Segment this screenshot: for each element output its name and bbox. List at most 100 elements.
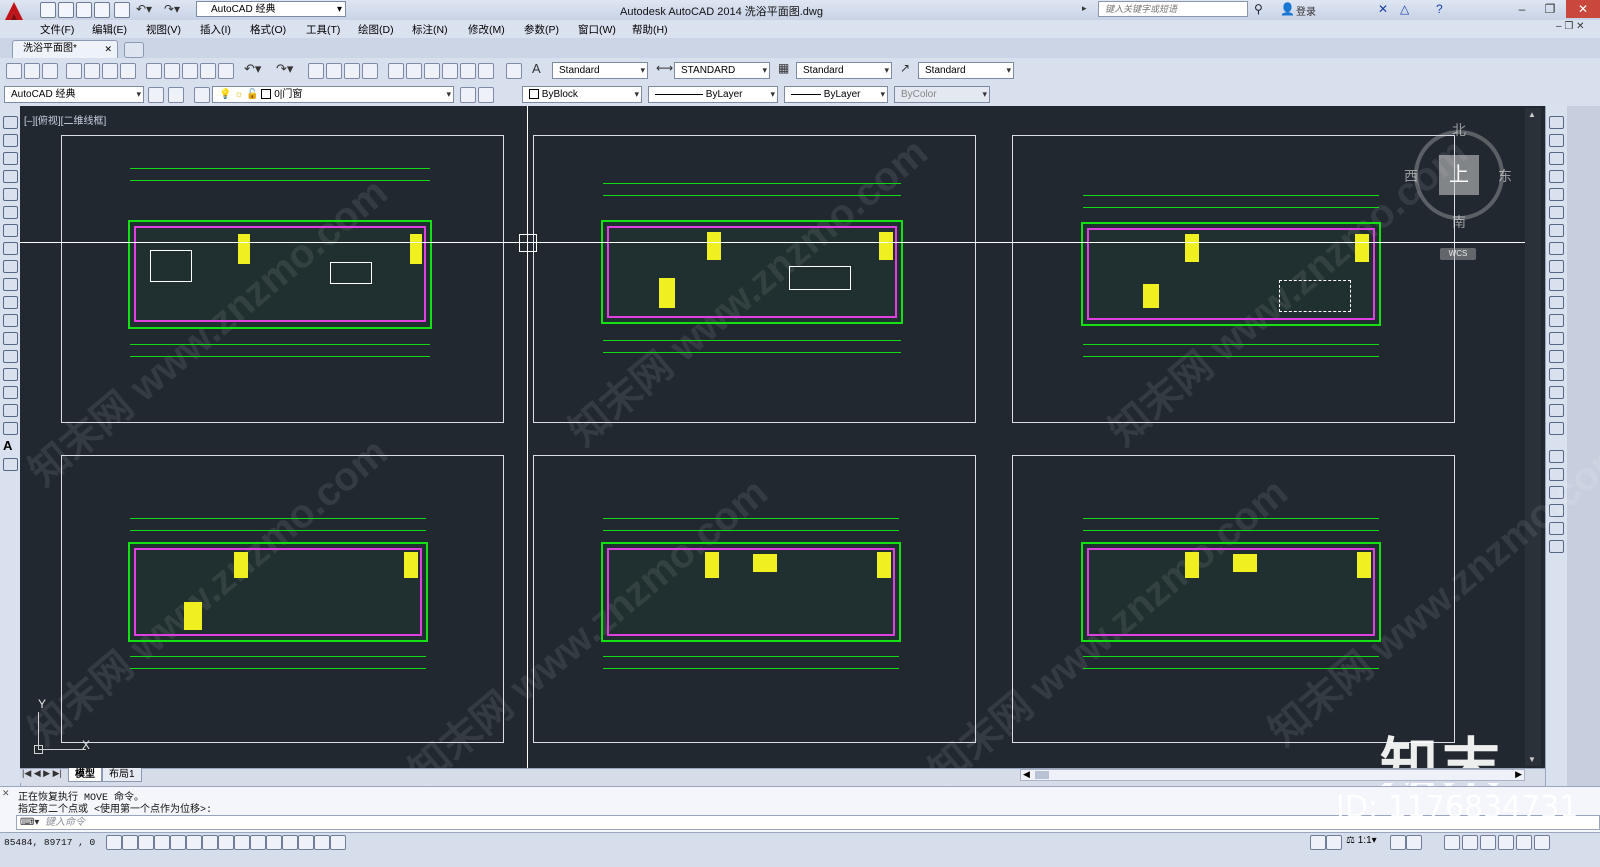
plot-icon[interactable]	[114, 2, 130, 18]
markup-icon[interactable]	[460, 63, 476, 79]
open-icon[interactable]	[58, 2, 74, 18]
binoculars-icon[interactable]: ⚲	[1254, 2, 1263, 16]
extend-tool-icon[interactable]	[1549, 296, 1564, 309]
zoom-realtime-icon[interactable]	[326, 63, 342, 79]
mleader-style-combo[interactable]: Standard	[918, 62, 1014, 79]
open-icon[interactable]	[24, 63, 40, 79]
menu-edit[interactable]: 编辑(E)	[92, 22, 127, 37]
dynamic-input-icon[interactable]	[250, 835, 266, 850]
rectangle-tool-icon[interactable]	[3, 188, 18, 201]
paste-icon[interactable]	[182, 63, 198, 79]
break-tool-icon[interactable]	[1549, 332, 1564, 345]
trim-tool-icon[interactable]	[1549, 278, 1564, 291]
layer-previous-icon[interactable]	[478, 87, 494, 103]
exchange-icon[interactable]: ✕	[1378, 2, 1388, 16]
hatch-tool-icon[interactable]	[3, 368, 18, 381]
help-icon[interactable]: ?	[1436, 2, 1443, 16]
stretch-tool-icon[interactable]	[1549, 260, 1564, 273]
blend-tool-icon[interactable]	[1549, 404, 1564, 417]
menu-insert[interactable]: 插入(I)	[200, 22, 231, 37]
isolate-objects-icon[interactable]	[1498, 835, 1514, 850]
zoom-window-icon[interactable]	[344, 63, 360, 79]
mtext-tool-icon[interactable]: A	[3, 438, 12, 453]
layer-combo[interactable]: 💡 ☼ 🔓 0|门窗	[212, 86, 454, 103]
add-selected-tool-icon[interactable]	[3, 458, 18, 471]
quickcalc-icon[interactable]	[478, 63, 494, 79]
save-as-icon[interactable]	[94, 2, 110, 18]
arc-tool-icon[interactable]	[3, 206, 18, 219]
scroll-right-icon[interactable]: ▶	[1515, 769, 1522, 780]
a360-icon[interactable]: △	[1400, 2, 1409, 16]
color-combo[interactable]: ByBlock	[522, 86, 642, 103]
annotation-scale[interactable]: ⚖ 1:1▾	[1346, 835, 1377, 846]
polygon-tool-icon[interactable]	[3, 170, 18, 183]
menu-format[interactable]: 格式(O)	[250, 22, 286, 37]
redo-icon[interactable]: ↷▾	[164, 2, 180, 16]
menu-window[interactable]: 窗口(W)	[578, 22, 616, 37]
new-icon[interactable]	[40, 2, 56, 18]
linetype-combo[interactable]: ByLayer	[648, 86, 778, 103]
block-editor-icon[interactable]	[218, 63, 234, 79]
move-tool-icon[interactable]	[1549, 206, 1564, 219]
scrollbar-thumb[interactable]	[1035, 771, 1049, 779]
grid-display-icon[interactable]	[138, 835, 154, 850]
new-tab-button[interactable]	[124, 42, 144, 58]
revcloud-tool-icon[interactable]	[3, 242, 18, 255]
menu-tools[interactable]: 工具(T)	[306, 22, 340, 37]
publish-icon[interactable]	[102, 63, 118, 79]
menu-view[interactable]: 视图(V)	[146, 22, 181, 37]
region-tool-icon[interactable]	[3, 404, 18, 417]
polar-tracking-icon[interactable]	[170, 835, 186, 850]
selection-cycling-icon[interactable]	[314, 835, 330, 850]
object-snap-icon[interactable]	[186, 835, 202, 850]
expand-search-icon[interactable]: ▸	[1082, 3, 1087, 14]
offset-tool-icon[interactable]	[1549, 170, 1564, 183]
layer-properties-icon[interactable]	[194, 87, 210, 103]
insert-block-tool-icon[interactable]	[3, 314, 18, 327]
menu-file[interactable]: 文件(F)	[40, 22, 74, 37]
lineweight-display-icon[interactable]	[266, 835, 282, 850]
join-tool-icon[interactable]	[1549, 350, 1564, 363]
status-menu-icon[interactable]	[1516, 835, 1532, 850]
make-current-layer-icon[interactable]	[460, 87, 476, 103]
design-center-icon[interactable]	[406, 63, 422, 79]
compass-north[interactable]: 北	[1452, 120, 1466, 140]
quick-view-layouts-icon[interactable]	[1326, 835, 1342, 850]
scroll-up-icon[interactable]: ▲	[1528, 110, 1536, 119]
menu-help[interactable]: 帮助(H)	[632, 22, 668, 37]
match-properties-icon[interactable]	[200, 63, 216, 79]
dynamic-ucs-icon[interactable]	[234, 835, 250, 850]
undo-icon[interactable]: ↶▾	[136, 2, 152, 16]
ortho-mode-icon[interactable]	[154, 835, 170, 850]
fillet-tool-icon[interactable]	[1549, 386, 1564, 399]
make-block-tool-icon[interactable]	[3, 332, 18, 345]
qnew-icon[interactable]	[6, 63, 22, 79]
quick-properties-icon[interactable]	[298, 835, 314, 850]
compass-west[interactable]: 西	[1404, 166, 1418, 186]
save-icon[interactable]	[76, 2, 92, 18]
zoom-previous-icon[interactable]	[362, 63, 378, 79]
workspace-switch-icon[interactable]	[168, 87, 184, 103]
text-front-tool-icon[interactable]	[1549, 540, 1564, 553]
ellipse-tool-icon[interactable]	[3, 278, 18, 291]
infer-constraints-icon[interactable]	[106, 835, 122, 850]
lock-ui-icon[interactable]	[1462, 835, 1478, 850]
plot-icon[interactable]	[66, 63, 82, 79]
auto-scale-icon[interactable]	[1406, 835, 1422, 850]
gradient-tool-icon[interactable]	[3, 386, 18, 399]
command-close-icon[interactable]: ✕	[2, 788, 10, 799]
layout-nav-arrows[interactable]: |◀ ◀ ▶ ▶|	[22, 768, 62, 779]
coordinate-readout[interactable]: 85484, 89717 , 0	[4, 837, 95, 848]
compass-east[interactable]: 东	[1498, 166, 1512, 186]
erase-tool-icon[interactable]	[1549, 116, 1564, 129]
ellipse-arc-tool-icon[interactable]	[3, 296, 18, 309]
menu-modify[interactable]: 修改(M)	[468, 22, 505, 37]
lineweight-combo[interactable]: ByLayer	[784, 86, 888, 103]
transparency-icon[interactable]	[282, 835, 298, 850]
help-icon[interactable]	[506, 63, 522, 79]
table-tool-icon[interactable]	[3, 422, 18, 435]
horizontal-scrollbar[interactable]: ◀ ▶	[1020, 769, 1525, 781]
redo-icon[interactable]: ↷▾	[276, 61, 293, 77]
3d-print-icon[interactable]	[120, 63, 136, 79]
scroll-down-icon[interactable]: ▼	[1528, 755, 1536, 764]
